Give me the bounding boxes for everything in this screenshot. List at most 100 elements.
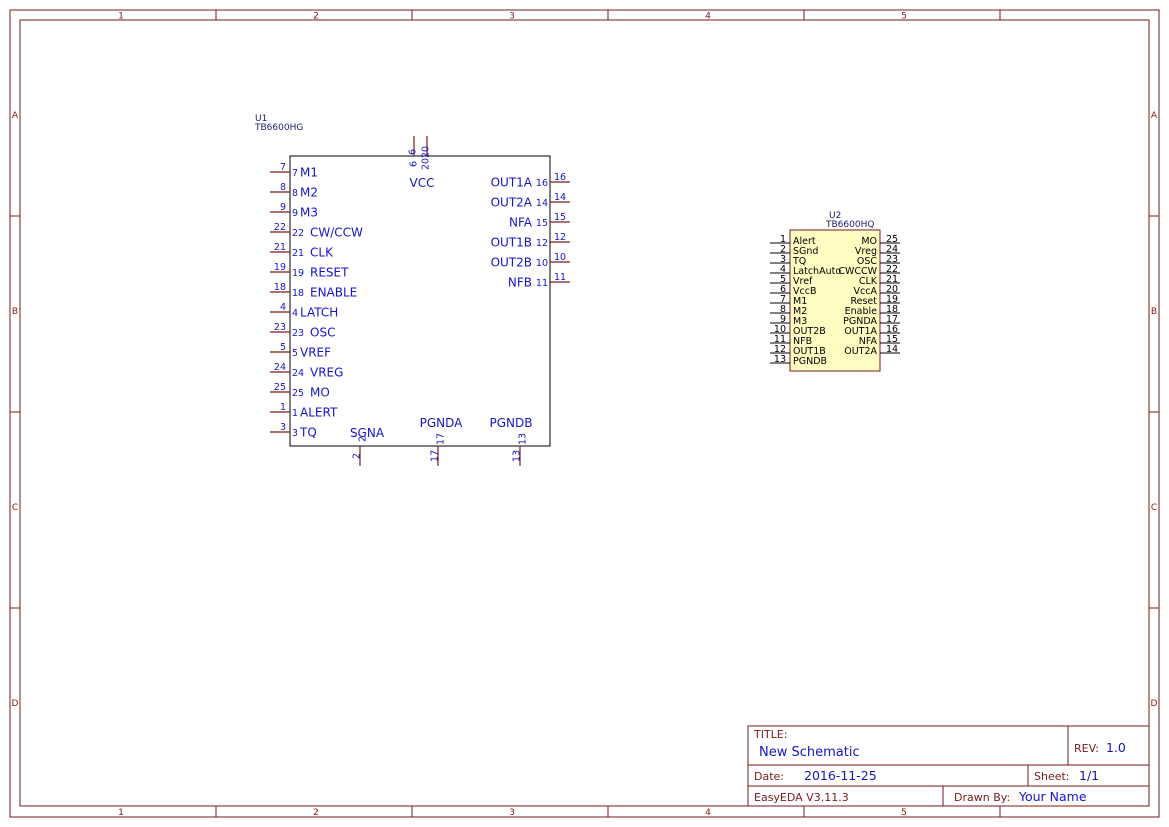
row-label: C [12, 503, 18, 513]
row-label: A [1151, 111, 1158, 121]
u1-pin-name: VREG [310, 366, 343, 380]
column-label: 5 [901, 808, 907, 818]
u1-pin-number: 5 [280, 342, 286, 353]
drawn-by-label: Drawn By: [954, 791, 1010, 804]
u1-pin-number-inner: 7 [292, 168, 298, 179]
row-labels: A B C D A B C D [12, 111, 1158, 709]
u1-pin-number: 6 [407, 149, 418, 155]
u1-pin-name: NFB [508, 276, 532, 290]
u2-pin-number: 14 [886, 344, 898, 355]
u1-pin-name: M3 [300, 206, 318, 220]
u1-pin-number: 4 [280, 302, 286, 313]
row-label: D [1151, 699, 1158, 709]
u1-pin-number-inner: 15 [536, 218, 548, 229]
u1-pin-number-inner: 22 [292, 228, 304, 239]
tool-version: EasyEDA V3.11.3 [754, 791, 849, 804]
u1-pin-number-inner: 16 [536, 178, 548, 189]
u1-pin-number-inner: 18 [292, 288, 304, 299]
u1-pin-number-inner: 23 [292, 328, 304, 339]
u1-pin-number: 1 [280, 402, 286, 413]
u1-pin-name: OUT1B [491, 236, 532, 250]
u1-pin-name: OUT2B [491, 256, 532, 270]
u1-pin-number-inner: 3 [292, 428, 298, 439]
row-label: C [1151, 503, 1157, 513]
u1-pin-name: LATCH [300, 306, 338, 320]
u1-pin-number: 15 [554, 212, 566, 223]
u1-pin-name: ENABLE [310, 286, 357, 300]
title-label: TITLE: [753, 728, 787, 741]
u1-pin-name: PGNDB [490, 416, 533, 430]
u1-pin-name: OUT1A [491, 176, 533, 190]
u1-pin-number-inner: 11 [536, 278, 548, 289]
u1-pin-number-inner: 5 [292, 348, 298, 359]
u1-pin-number: 17 [429, 450, 440, 462]
schematic-title: New Schematic [759, 745, 860, 760]
u1-pin-number-inner: 14 [536, 198, 548, 209]
u1-pin-number: 9 [280, 202, 286, 213]
u1-pin-number: 24 [274, 362, 286, 373]
u1-pin-name: RESET [310, 266, 349, 280]
row-label: D [12, 699, 19, 709]
u1-pin-name: SGNA [350, 426, 385, 440]
u1-pin-number-inner: 17 [435, 433, 446, 445]
u1-pin-number-inner: 4 [292, 308, 298, 319]
column-label: 4 [705, 12, 711, 22]
u1-pin-name: VCC [410, 176, 435, 190]
u1-pin-number: 22 [274, 222, 286, 233]
component-u2[interactable]: U2 TB6600HQ 1 Alert2 SGnd3 TQ4 LatchAuto5 Vre… [770, 211, 900, 372]
column-label: 1 [118, 808, 124, 818]
rev-value: 1.0 [1106, 740, 1126, 755]
drawn-by-value: Your Name [1018, 789, 1087, 804]
column-label: 4 [705, 808, 711, 818]
u1-pin-name: M2 [300, 186, 318, 200]
u2-part-name: TB6600HQ [825, 220, 874, 230]
column-label: 2 [313, 808, 319, 818]
u1-pin-number: 10 [554, 252, 566, 263]
u1-top-pins: 6 VCC 20206 [407, 136, 434, 190]
u1-pin-number: 2 [351, 453, 362, 459]
u1-pin-name: OSC [310, 326, 335, 340]
u1-pin-name: M1 [300, 166, 318, 180]
column-label: 2 [313, 12, 319, 22]
column-label: 3 [509, 12, 515, 22]
u1-pin-number-inner: 12 [536, 238, 548, 249]
u1-pin-name: ALERT [300, 406, 338, 420]
u1-pin-number-inner: 19 [292, 268, 304, 279]
schematic-sheet: 1 2 3 4 5 1 2 3 4 5 A B C D A B C D TITL… [9, 9, 1160, 818]
u1-pin-number: 11 [554, 272, 566, 283]
u1-pin-number: 7 [280, 162, 286, 173]
sheet-value: 1/1 [1079, 768, 1099, 783]
row-label: B [1151, 307, 1157, 317]
u1-pin-number-inner: 9 [292, 208, 298, 219]
date-label: Date: [754, 770, 784, 783]
u1-pin-number: 14 [554, 192, 566, 203]
u1-pin-number: 23 [274, 322, 286, 333]
u1-pin-number: 12 [554, 232, 566, 243]
u1-pin-name: CLK [310, 246, 334, 260]
u1-pin-number-inner: 20 [420, 158, 431, 170]
u1-pin-number-inner: 24 [292, 368, 304, 379]
row-label: B [12, 307, 18, 317]
u1-pin-number-inner: 10 [536, 258, 548, 269]
u1-part-name: TB6600HG [254, 123, 303, 133]
u1-pin-name: OUT2A [491, 196, 533, 210]
sheet-label: Sheet: [1034, 770, 1070, 783]
u1-pin-number-inner: 1 [292, 408, 298, 419]
u1-pin-name: MO [310, 386, 330, 400]
title-block: TITLE: New Schematic REV: 1.0 Date: 2016… [747, 725, 1150, 807]
u1-pin-number: 25 [274, 382, 286, 393]
sheet-frame [9, 9, 1160, 818]
u1-pin-number: 3 [280, 422, 286, 433]
u1-pin-number: 21 [274, 242, 286, 253]
u1-pin-number: 18 [274, 282, 286, 293]
u1-pin-number-inner: 13 [517, 433, 528, 445]
column-label: 5 [901, 12, 907, 22]
u2-pin-name: OUT2A [844, 346, 877, 357]
column-label: 3 [509, 808, 515, 818]
component-u1[interactable]: U1 TB6600HG 77 M188 M299 M32222 CW/CCW2121 CL… [254, 114, 570, 466]
u1-pin-name: NFA [509, 216, 533, 230]
u1-pin-number-inner: 6 [408, 161, 419, 167]
row-label: A [12, 111, 19, 121]
zone-dividers [10, 10, 1159, 817]
u1-pin-name: CW/CCW [310, 226, 363, 240]
